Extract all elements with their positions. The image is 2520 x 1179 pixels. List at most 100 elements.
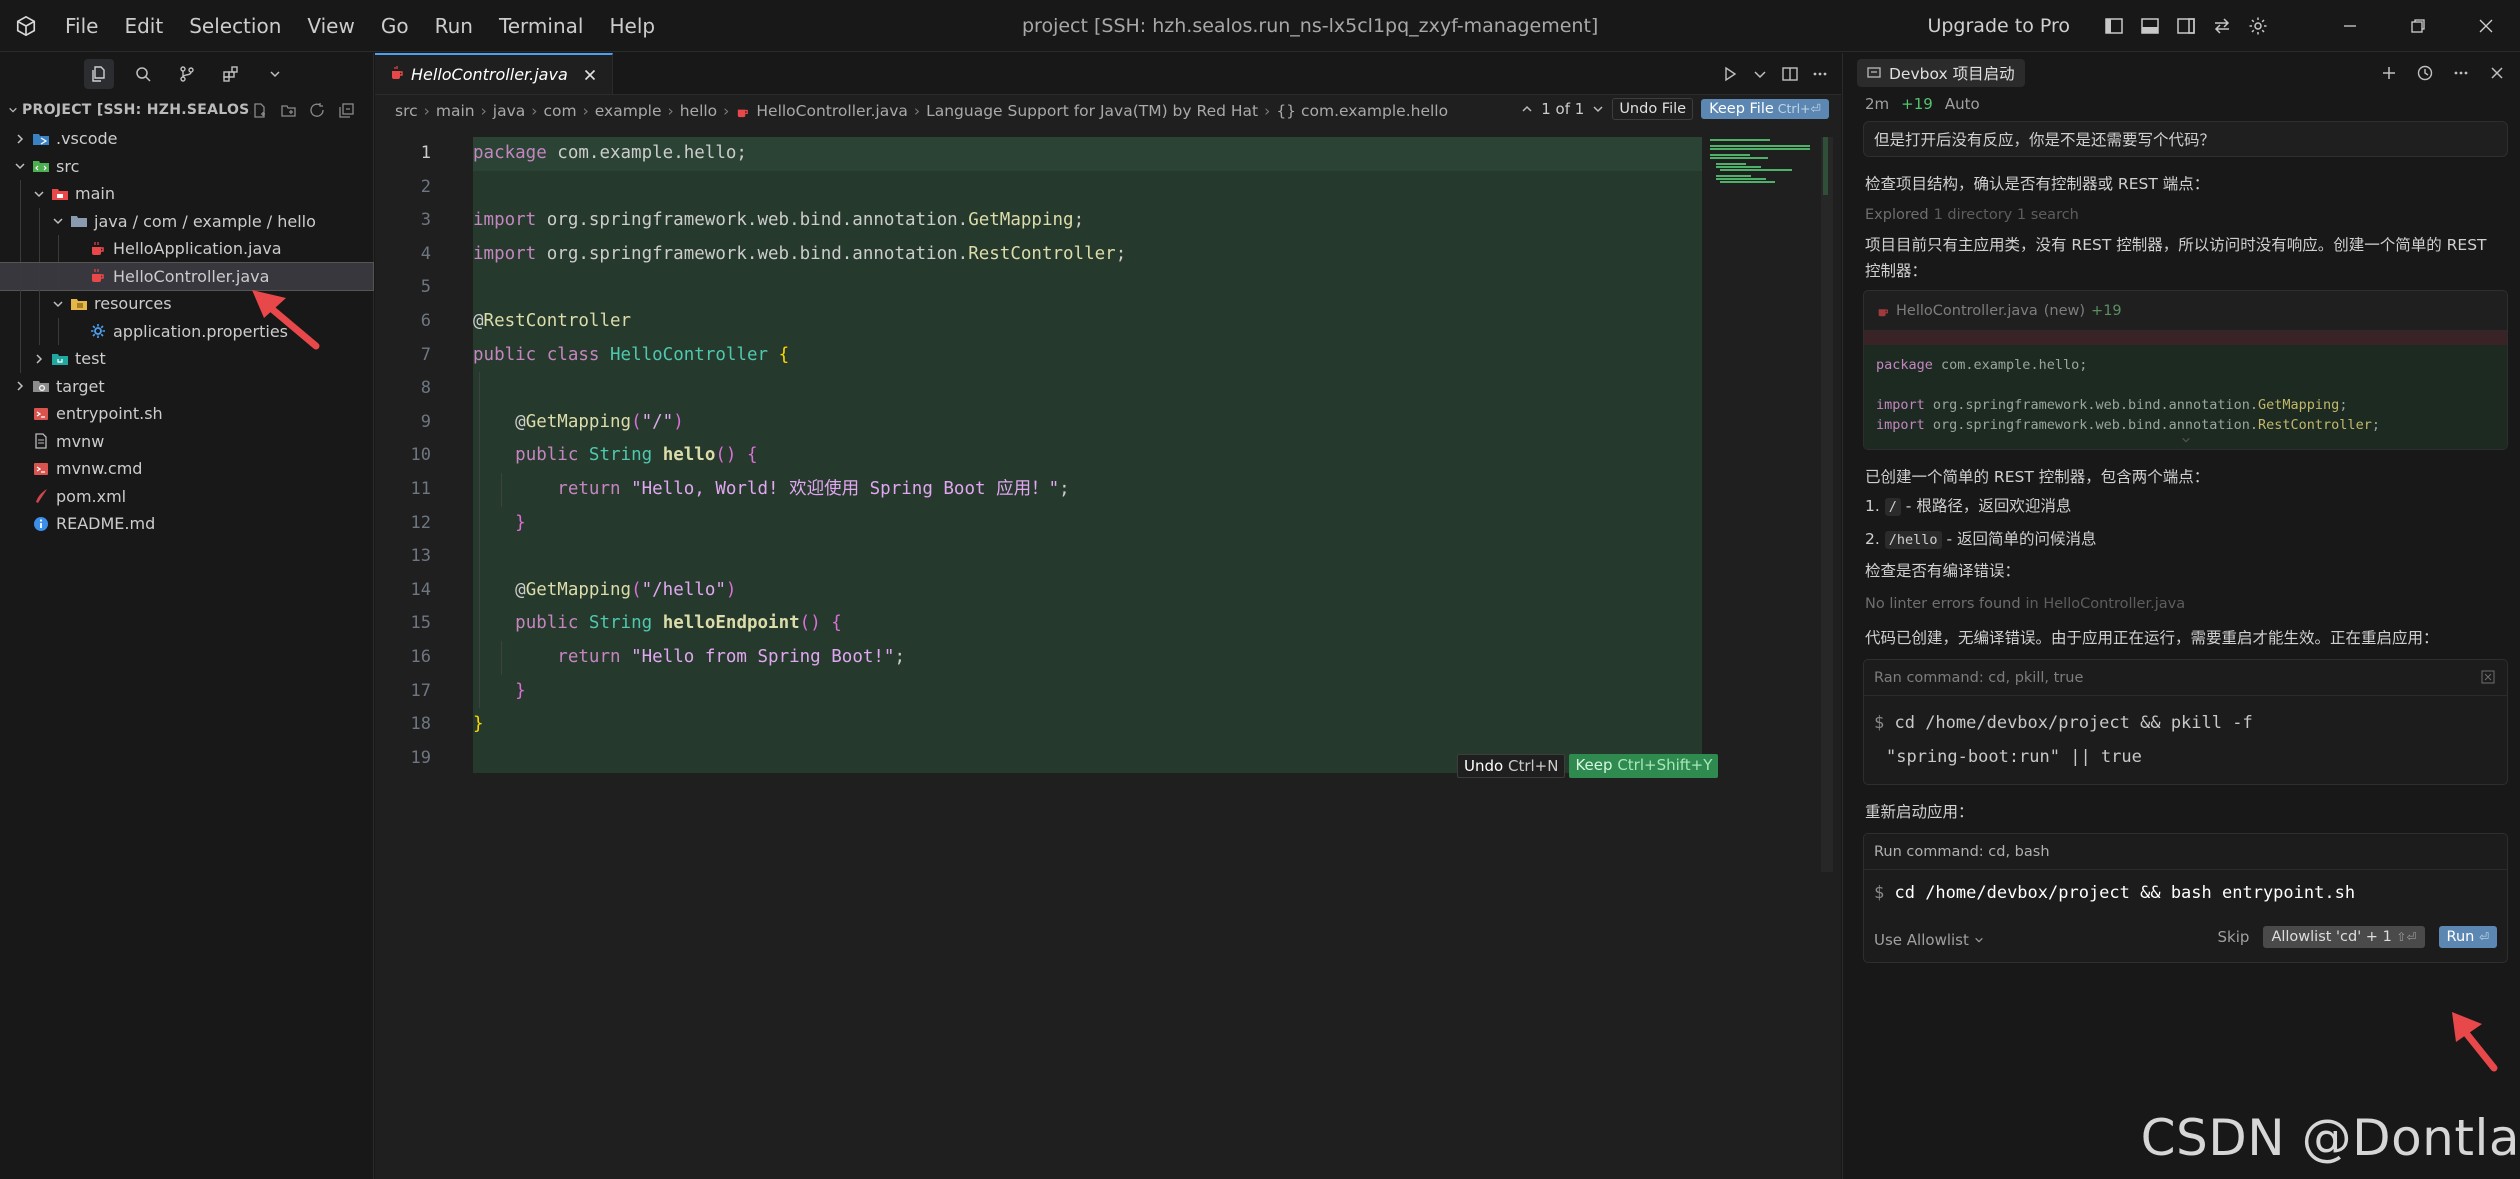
chat-mode[interactable]: Auto xyxy=(1945,95,1980,113)
chat-meta: 2m +19 Auto xyxy=(1843,93,2520,115)
extensions-icon[interactable] xyxy=(216,59,246,89)
collapse-all-icon[interactable] xyxy=(338,102,355,119)
menu-edit[interactable]: Edit xyxy=(111,0,176,52)
minimize-icon[interactable] xyxy=(2316,0,2384,52)
run-button[interactable]: Run ⏎ xyxy=(2438,926,2497,948)
line-number: 1 xyxy=(420,143,431,163)
code-change-card[interactable]: HelloController.java (new) +19 package c… xyxy=(1863,290,2508,450)
chevron-down-icon[interactable] xyxy=(1751,65,1769,83)
toggle-secondary-sidebar-icon[interactable] xyxy=(2168,0,2204,52)
new-file-icon[interactable] xyxy=(251,102,268,119)
tree-file[interactable]: mvnw.cmd xyxy=(0,455,373,483)
inline-code: /hello xyxy=(1884,531,1942,549)
chevron-up-icon[interactable] xyxy=(1521,103,1533,115)
plus-icon[interactable] xyxy=(2380,64,2398,82)
breadcrumb-item[interactable]: HelloController.java xyxy=(756,102,908,120)
split-editor-icon[interactable] xyxy=(1781,65,1799,83)
menu-terminal[interactable]: Terminal xyxy=(486,0,597,52)
more-actions-icon[interactable] xyxy=(2452,64,2470,82)
search-icon[interactable] xyxy=(128,59,158,89)
tree-folder[interactable]: .vscode xyxy=(0,125,373,153)
toggle-panel-icon[interactable] xyxy=(2132,0,2168,52)
project-header[interactable]: PROJECT [SSH: HZH.SEALOS.R... xyxy=(0,95,373,125)
close-tab-icon[interactable] xyxy=(582,67,598,83)
line-number: 13 xyxy=(410,546,431,567)
chat-tab-devbox[interactable]: Devbox 项目启动 xyxy=(1857,59,2025,87)
menu-file[interactable]: File xyxy=(52,0,111,52)
undo-file-button[interactable]: Undo File xyxy=(1612,98,1694,120)
assistant-text: 已创建一个简单的 REST 控制器，包含两个端点： xyxy=(1865,468,2210,486)
breadcrumb-item[interactable]: java xyxy=(493,102,525,120)
chevron-down-icon[interactable] xyxy=(260,59,290,89)
command-preview: $ cd /home/devbox/project && bash entryp… xyxy=(1874,883,2356,903)
inline-undo-button[interactable]: Undo Ctrl+N xyxy=(1457,754,1566,778)
skip-button[interactable]: Skip xyxy=(2218,928,2250,946)
breadcrumb-item[interactable]: example xyxy=(595,102,662,120)
breadcrumb-item[interactable]: src xyxy=(395,102,418,120)
menu-selection[interactable]: Selection xyxy=(176,0,294,52)
breadcrumb-item[interactable]: hello xyxy=(680,102,717,120)
editor-group: HelloController.java src › main › java › co… xyxy=(375,53,1841,1179)
tree-file[interactable]: mvnw xyxy=(0,428,373,456)
breadcrumb-item[interactable]: main xyxy=(436,102,475,120)
editor-actions xyxy=(1721,53,1829,95)
code-line xyxy=(473,372,1702,406)
code-line: import org.springframework.web.bind.anno… xyxy=(473,243,1127,264)
tree-file[interactable]: entrypoint.sh xyxy=(0,400,373,428)
tree-folder[interactable]: main xyxy=(0,180,373,208)
code-editor[interactable]: 1 2 3 4 5 6 7 8 9 10 11 12 13 14 15 16 17 18 19 package co… xyxy=(375,137,1841,1179)
chevron-down-icon[interactable] xyxy=(1592,103,1604,115)
editor-scrollbar[interactable] xyxy=(1821,137,1833,872)
tree-folder[interactable]: java / com / example / hello xyxy=(0,207,373,235)
lint-file: in HelloController.java xyxy=(2025,596,2186,612)
tree-folder[interactable]: src xyxy=(0,153,373,181)
breadcrumb-item[interactable]: Language Support for Java(TM) by Red Hat xyxy=(926,102,1258,120)
info-file-icon xyxy=(32,515,50,533)
close-panel-icon[interactable] xyxy=(2488,64,2506,82)
menu-view[interactable]: View xyxy=(294,0,367,52)
settings-gear-icon[interactable] xyxy=(2240,0,2276,52)
chevron-down-icon xyxy=(1974,937,1983,943)
restore-icon[interactable] xyxy=(2384,0,2452,52)
tree-label: mvnw.cmd xyxy=(56,459,143,479)
expand-chevron-icon[interactable] xyxy=(1864,435,2507,449)
inline-keep-button[interactable]: Keep Ctrl+Shift+Y xyxy=(1569,754,1719,778)
history-clock-icon[interactable] xyxy=(2416,64,2434,82)
explored-detail: 1 directory 1 search xyxy=(1933,207,2079,223)
new-folder-icon[interactable] xyxy=(280,102,297,119)
breadcrumb-item[interactable]: com xyxy=(543,102,576,120)
upgrade-to-pro-link[interactable]: Upgrade to Pro xyxy=(1927,15,2070,37)
tree-file[interactable]: pom.xml xyxy=(0,483,373,511)
editor-tab-bar: HelloController.java xyxy=(375,53,1841,95)
swap-icon[interactable] xyxy=(2204,0,2240,52)
tab-hello-controller[interactable]: HelloController.java xyxy=(375,53,613,94)
breadcrumb-item[interactable]: {} com.example.hello xyxy=(1276,102,1448,120)
user-message[interactable]: 但是打开后没有反应，你是不是还需要写个代码？ xyxy=(1863,121,2508,157)
more-actions-icon[interactable] xyxy=(1811,65,1829,83)
run-icon[interactable] xyxy=(1721,65,1739,83)
source-control-icon[interactable] xyxy=(172,59,202,89)
diff-counter: 1 of 1 xyxy=(1541,100,1585,118)
minimap[interactable] xyxy=(1710,137,1830,197)
chevron-down-icon xyxy=(50,296,66,312)
app-logo[interactable] xyxy=(0,0,52,52)
menu-help[interactable]: Help xyxy=(596,0,668,52)
tree-file[interactable]: HelloApplication.java xyxy=(0,235,373,263)
menu-go[interactable]: Go xyxy=(368,0,422,52)
use-allowlist-dropdown[interactable]: Use Allowlist xyxy=(1874,931,1984,949)
keep-file-button[interactable]: Keep File Ctrl+⏎ xyxy=(1701,99,1829,119)
tree-folder[interactable]: target xyxy=(0,373,373,401)
code-content[interactable]: package com.example.hello; import org.sp… xyxy=(473,137,1702,775)
menu-run[interactable]: Run xyxy=(422,0,486,52)
tree-file[interactable]: README.md xyxy=(0,510,373,538)
watermark: CSDN @Dontla xyxy=(2140,1109,2520,1167)
toggle-primary-sidebar-icon[interactable] xyxy=(2096,0,2132,52)
explorer-icon[interactable] xyxy=(83,59,114,89)
collapse-icon[interactable] xyxy=(2481,670,2495,684)
allowlist-button[interactable]: Allowlist 'cd' + 1 ⇧⏎ xyxy=(2263,926,2425,948)
refresh-icon[interactable] xyxy=(309,102,326,119)
close-window-icon[interactable] xyxy=(2452,0,2520,52)
